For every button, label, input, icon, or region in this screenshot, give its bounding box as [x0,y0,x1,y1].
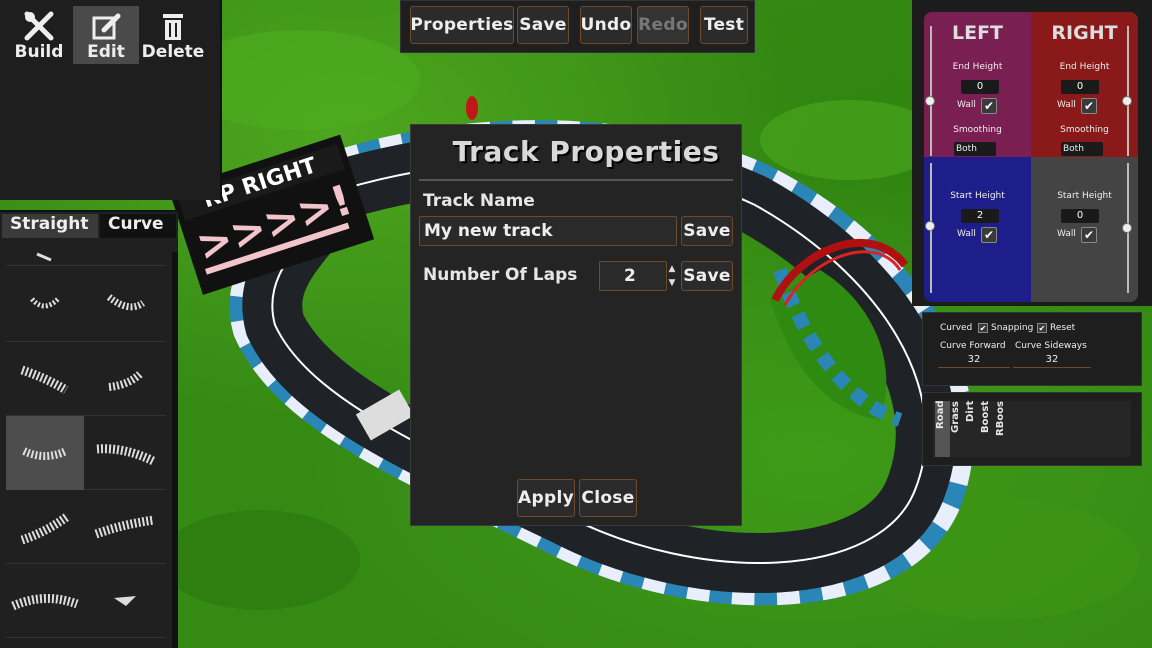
right-start-wall-label: Wall [1057,229,1076,239]
piece-row [6,416,166,490]
curved-label: Curved [940,323,973,333]
track-name-input[interactable] [419,216,677,246]
piece-list [6,242,166,648]
right-start-wall-checkbox[interactable]: ✔ [1081,227,1097,243]
tab-curve[interactable]: Curve [100,214,176,238]
dialog-title: Track Properties [452,135,720,168]
right-title: RIGHT [1051,22,1118,44]
save-button[interactable]: Save [517,6,569,44]
surface-rboost[interactable]: RBoos [995,401,1010,457]
properties-button[interactable]: Properties [410,6,514,44]
undo-button[interactable]: Undo [580,6,632,44]
left-title: LEFT [951,22,1004,44]
curve-sideways-input[interactable]: 32 [1013,354,1091,368]
left-start-height-input[interactable]: 2 [961,209,999,223]
track-name-label: Track Name [423,191,535,211]
laps-stepper[interactable]: ▲ ▼ [667,262,677,292]
tool-mode-panel: Build Edit Delete [0,0,222,200]
curve-piece-thumb[interactable] [86,268,164,342]
left-start-height-label: Start Height [950,191,1005,201]
piece-row [6,242,166,266]
track-name-save-button[interactable]: Save [681,216,733,246]
curve-piece-thumb[interactable] [6,342,84,416]
reset-button[interactable]: Reset [1050,323,1075,333]
edit-label: Edit [87,42,125,62]
curve-piece-thumb[interactable] [6,490,84,564]
surface-type-panel: Road Grass Dirt Boost RBoos [922,392,1142,466]
right-end-height-input[interactable]: 0 [1061,80,1099,94]
snapping-checkbox[interactable]: ✔ [1037,323,1047,333]
right-end-wall-label: Wall [1057,100,1076,110]
delete-label: Delete [141,42,205,62]
left-smoothing-select[interactable]: Both [954,142,996,156]
snapping-label: Snapping [991,323,1034,333]
edit-tool-button[interactable]: Edit [73,6,139,64]
curve-piece-thumb[interactable] [86,564,164,638]
right-end-height-slider[interactable] [1122,26,1132,156]
track-properties-dialog: Track Properties Track Name Save Number … [410,124,742,526]
wrench-screwdriver-icon [6,10,72,42]
laps-save-button[interactable]: Save [681,261,733,291]
piece-row [6,490,166,564]
curve-options-panel: Curved ✔ Snapping ✔ Reset Curve Forward … [922,312,1142,386]
curve-piece-thumb[interactable] [6,564,84,638]
right-smoothing-label: Smoothing [1060,125,1109,135]
pencil-edit-icon [73,10,139,42]
palette-scrollbar[interactable] [172,252,178,648]
left-end-wall-label: Wall [957,100,976,110]
test-button[interactable]: Test [700,6,748,44]
surface-dirt[interactable]: Dirt [965,401,980,457]
left-end-section: LEFT End Height 0 Wall ✔ Smoothing Both [924,12,1031,157]
apply-button[interactable]: Apply [517,479,575,517]
track-piece-palette: Straight Curve [0,210,178,648]
curve-piece-thumb[interactable] [86,490,164,564]
piece-row [6,268,166,342]
right-start-height-input[interactable]: 0 [1061,209,1099,223]
surface-list: Road Grass Dirt Boost RBoos [933,401,1131,457]
laps-input[interactable] [599,261,667,291]
right-start-height-slider[interactable] [1122,163,1132,293]
height-settings-panel: LEFT End Height 0 Wall ✔ Smoothing Both … [912,0,1152,306]
surface-boost[interactable]: Boost [980,401,995,457]
left-smoothing-label: Smoothing [953,125,1002,135]
right-end-wall-checkbox[interactable]: ✔ [1081,98,1097,114]
build-tool-button[interactable]: Build [6,6,72,64]
curve-piece-thumb[interactable] [86,416,164,490]
right-start-height-label: Start Height [1057,191,1112,201]
curve-forward-label: Curve Forward [940,341,1006,351]
laps-label: Number Of Laps [423,265,578,285]
trash-icon [140,10,206,42]
curved-checkbox[interactable]: ✔ [978,323,988,333]
curve-piece-thumb-selected[interactable] [6,416,84,490]
left-start-height-slider[interactable] [925,163,935,293]
right-end-height-label: End Height [1059,62,1110,72]
curve-forward-input[interactable]: 32 [938,354,1010,368]
piece-row [6,564,166,638]
delete-tool-button[interactable]: Delete [140,6,206,64]
piece-row [6,342,166,416]
build-label: Build [14,42,64,62]
right-start-section: Start Height 0 Wall ✔ [1031,157,1138,302]
left-end-height-input[interactable]: 0 [961,80,999,94]
height-grid: LEFT End Height 0 Wall ✔ Smoothing Both … [924,12,1138,302]
redo-button[interactable]: Redo [637,6,689,44]
left-start-wall-label: Wall [957,229,976,239]
left-end-height-label: End Height [952,62,1003,72]
surface-road[interactable]: Road [935,401,950,457]
right-smoothing-select[interactable]: Both [1061,142,1103,156]
left-end-height-slider[interactable] [925,26,935,156]
left-start-wall-checkbox[interactable]: ✔ [981,227,997,243]
dialog-divider [419,179,733,181]
main-toolbar: Properties Save Undo Redo Test [400,0,755,53]
curve-piece-thumb[interactable] [6,268,84,342]
surface-grass[interactable]: Grass [950,401,965,457]
close-button[interactable]: Close [579,479,637,517]
right-end-section: RIGHT End Height 0 Wall ✔ Smoothing Both [1031,12,1138,157]
left-end-wall-checkbox[interactable]: ✔ [981,98,997,114]
tab-straight[interactable]: Straight [2,214,98,238]
left-start-section: Start Height 2 Wall ✔ [924,157,1031,302]
curve-sideways-label: Curve Sideways [1015,341,1087,351]
curve-piece-thumb[interactable] [86,342,164,416]
